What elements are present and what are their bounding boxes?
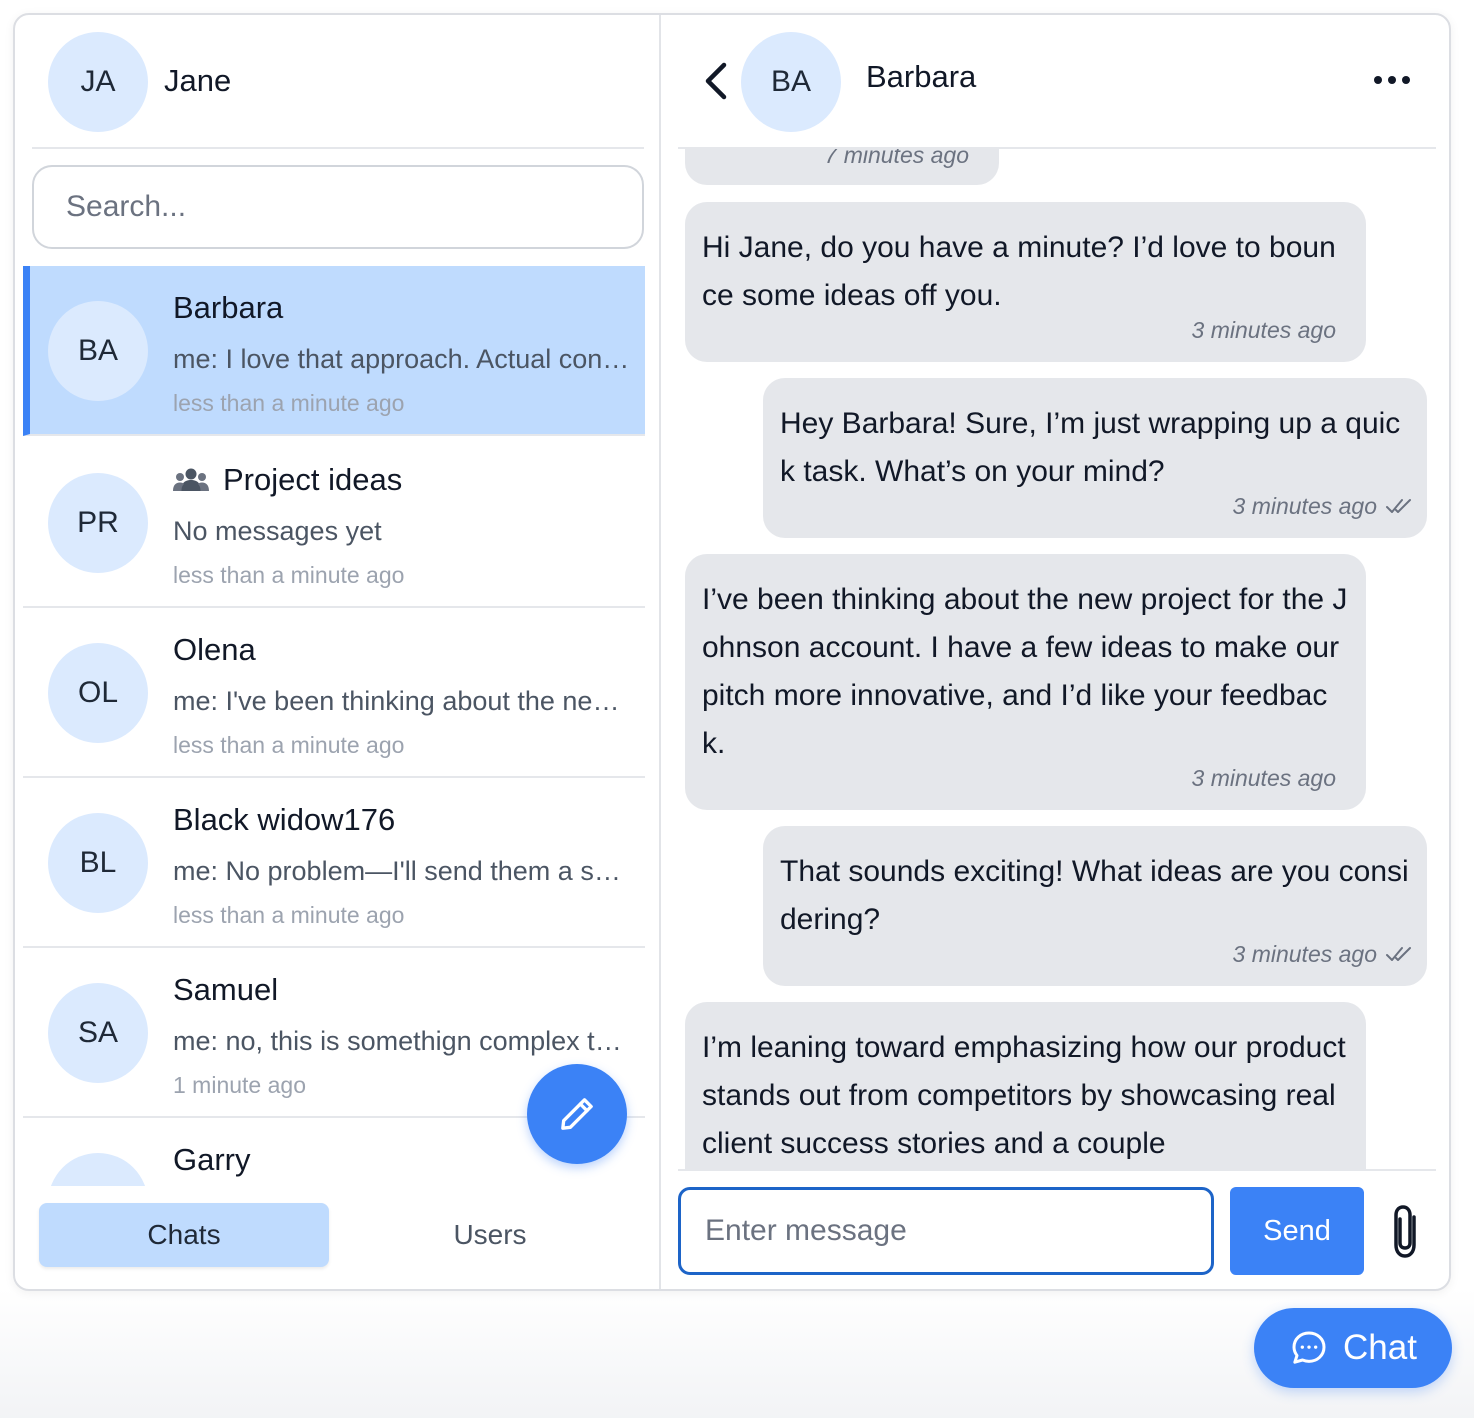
current-user-header: JA Jane <box>32 15 644 149</box>
current-user-name: Jane <box>164 63 232 98</box>
conversation-time: 1 minute ago <box>173 1072 306 1098</box>
conversation-time: less than a minute ago <box>173 732 405 758</box>
conversation-title-text: Samuel <box>173 972 279 1007</box>
avatar: PR <box>48 473 148 573</box>
conversation-panel: BA Barbara 7 minutes ago Hi Jane, do you… <box>661 15 1449 1289</box>
message-bubble-outgoing: That sounds exciting! What ideas are you… <box>763 826 1427 986</box>
sidebar-tabs: Chats Users <box>39 1203 639 1269</box>
chevron-left-icon[interactable] <box>698 59 738 103</box>
conversation-preview: me: I love that approach. Actual convers… <box>173 344 633 374</box>
message-time: 3 minutes ago <box>1191 765 1336 791</box>
more-horizontal-icon[interactable] <box>1368 65 1416 95</box>
page-bottom-shade <box>0 1288 1474 1418</box>
tab-chats[interactable]: Chats <box>39 1203 329 1267</box>
conversation-item-olena[interactable]: OL Olena me: I've been thinking about th… <box>23 608 645 778</box>
contact-avatar: BA <box>741 32 841 132</box>
message-input[interactable] <box>678 1187 1214 1275</box>
conversation-title-text: Olena <box>173 632 256 667</box>
message-time: 7 minutes ago <box>824 149 969 168</box>
message-bubble-incoming: I’ve been thinking about the new project… <box>685 554 1366 810</box>
message-bubble-previous: 7 minutes ago <box>685 149 999 185</box>
double-check-icon <box>1386 947 1411 961</box>
new-chat-button[interactable] <box>527 1064 627 1164</box>
conversation-preview: No messages yet <box>173 516 382 546</box>
search-input[interactable] <box>32 165 644 249</box>
chat-launcher-label: Chat <box>1343 1328 1417 1367</box>
avatar: GA <box>48 1153 148 1186</box>
message-time: 3 minutes ago <box>1232 941 1377 967</box>
message-time: 3 minutes ago <box>1191 317 1336 343</box>
message-meta: 3 minutes ago <box>1233 482 1413 530</box>
pencil-icon <box>561 1098 593 1130</box>
message-composer: Send <box>678 1169 1436 1289</box>
conversation-preview: me: I've been thinking about the new pro… <box>173 686 633 716</box>
contact-name: Barbara <box>866 59 977 94</box>
chat-bubble-icon <box>1292 1331 1326 1364</box>
group-icon <box>173 468 209 491</box>
conversation-item-black-widow176[interactable]: BL Black widow176 me: No problem—I'll se… <box>23 778 645 948</box>
avatar: BA <box>48 301 148 401</box>
avatar: BL <box>48 813 148 913</box>
send-button[interactable]: Send <box>1230 1187 1364 1275</box>
message-list: 7 minutes ago Hi Jane, do you have a min… <box>678 149 1436 1169</box>
avatar: SA <box>48 983 148 1083</box>
conversation-title-text: Garry <box>173 1142 251 1177</box>
conversation-list: BA Barbara me: I love that approach. Act… <box>23 266 645 1186</box>
message-bubble-outgoing: Hey Barbara! Sure, I’m just wrapping up … <box>763 378 1427 538</box>
conversation-time: less than a minute ago <box>173 562 405 588</box>
conversation-item-barbara[interactable]: BA Barbara me: I love that approach. Act… <box>23 266 645 436</box>
chat-launcher-button[interactable]: Chat <box>1254 1308 1452 1388</box>
conversation-preview: me: no, this is somethign complex to exp… <box>173 1026 633 1056</box>
message-text: I’ve been thinking about the new project… <box>702 583 1348 760</box>
paperclip-icon[interactable] <box>1388 1203 1426 1261</box>
conversation-preview: me: No problem—I'll send them a summary <box>173 856 633 886</box>
message-time: 3 minutes ago <box>1232 493 1377 519</box>
double-check-icon <box>1386 499 1411 513</box>
message-meta: 3 minutes ago <box>1233 930 1413 978</box>
conversation-title-text: Black widow176 <box>173 802 396 837</box>
conversation-time: less than a minute ago <box>173 902 405 928</box>
message-bubble-incoming: I’m leaning toward emphasizing how our p… <box>685 1002 1366 1169</box>
conversation-title: Samuel <box>173 972 278 1008</box>
conversation-item-project-ideas[interactable]: PR Project ideas No messages yet less th… <box>23 438 645 608</box>
message-bubble-incoming: Hi Jane, do you have a minute? I’d love … <box>685 202 1366 362</box>
message-meta: 3 minutes ago <box>1192 754 1336 802</box>
conversation-time: less than a minute ago <box>173 390 405 416</box>
conversation-title: Project ideas <box>173 462 402 498</box>
conversation-header: BA Barbara <box>678 15 1436 149</box>
avatar: OL <box>48 643 148 743</box>
conversation-title: Barbara <box>173 290 283 326</box>
conversation-title: Black widow176 <box>173 802 395 838</box>
message-text: I’m leaning toward emphasizing how our p… <box>702 1031 1346 1160</box>
conversation-title: Olena <box>173 632 256 668</box>
tab-users[interactable]: Users <box>345 1203 635 1267</box>
conversation-title-text: Barbara <box>173 290 284 325</box>
conversation-sidebar: JA Jane BA Barbara me: I love that appro… <box>15 15 661 1289</box>
message-meta: 3 minutes ago <box>1192 306 1336 354</box>
chat-widget: JA Jane BA Barbara me: I love that appro… <box>13 13 1451 1291</box>
conversation-title-text: Project ideas <box>223 462 403 497</box>
conversation-title: Garry <box>173 1142 251 1178</box>
current-user-avatar: JA <box>48 32 148 132</box>
